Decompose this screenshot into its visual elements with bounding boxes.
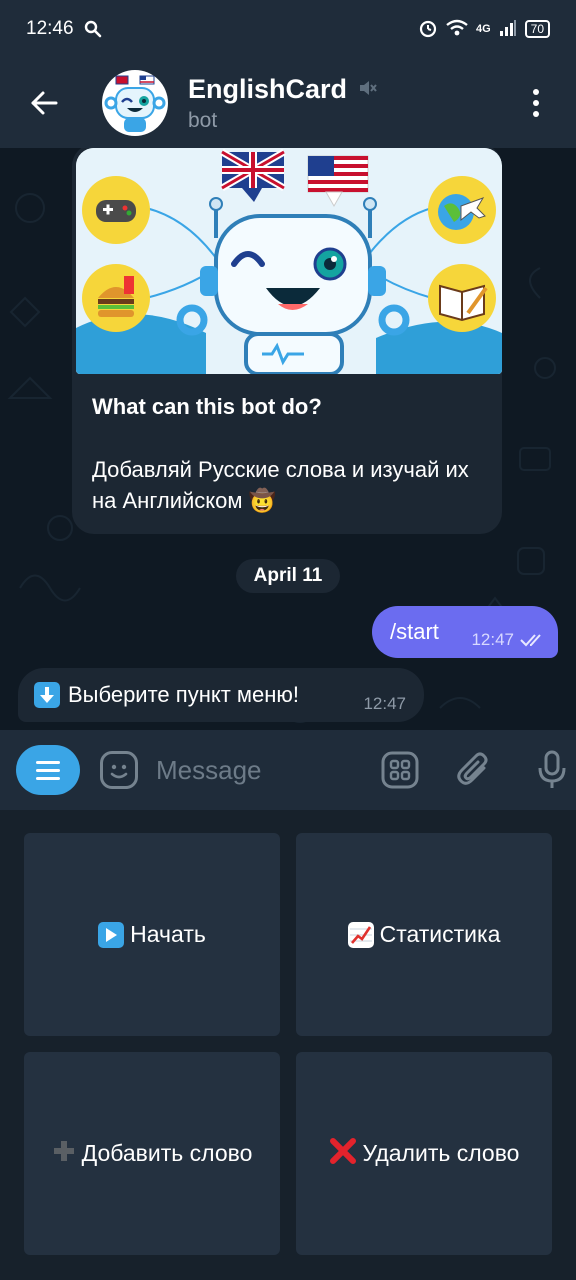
chat-title: EnglishCard: [188, 73, 348, 104]
menu-line-icon: [36, 760, 60, 764]
back-arrow-icon: [31, 91, 58, 115]
status-icons: 4G 70: [418, 18, 550, 41]
more-dot-icon: [533, 89, 539, 95]
battery-indicator: 70: [524, 20, 550, 38]
plus-emoji-icon: [52, 1139, 76, 1169]
bot-commands-button[interactable]: [380, 750, 420, 790]
outgoing-message-time: 12:47: [471, 630, 514, 649]
paperclip-icon: [457, 752, 488, 785]
keyboard-button-delete-word[interactable]: Удалить слово: [296, 1052, 552, 1255]
more-dot-icon: [533, 100, 539, 106]
bot-card-heading: What can this bot do?: [92, 394, 322, 419]
back-button[interactable]: [14, 73, 74, 133]
keyboard-button-label: Статистика: [379, 921, 501, 947]
chat-subtitle: bot: [188, 108, 218, 132]
bot-reply-keyboard: Начать Статистика Добавить слово Удалить…: [0, 810, 576, 1280]
robot-avatar-icon: [104, 75, 166, 132]
keyboard-button-add-word[interactable]: Добавить слово: [24, 1052, 280, 1255]
keyboard-button-label: Начать: [130, 921, 206, 947]
keyboard-button-label: Удалить слово: [362, 1140, 520, 1166]
voice-message-button[interactable]: [532, 750, 572, 790]
message-input[interactable]: [156, 754, 336, 786]
incoming-message[interactable]: Выберите пункт меню! 12:47: [18, 668, 424, 722]
bot-card-description-text: Добавляй Русские слова и изучай их на Ан…: [92, 457, 469, 513]
outgoing-message[interactable]: /start 12:47: [372, 606, 558, 658]
bot-keyboard-toggle-button[interactable]: [16, 745, 80, 795]
down-arrow-emoji-icon: [34, 682, 60, 708]
bot-card-description: Добавляй Русские слова и изучай их на Ан…: [92, 454, 492, 516]
bot-preview-image: [76, 148, 502, 374]
outgoing-message-text: /start: [390, 619, 439, 644]
chat-area[interactable]: What can this bot do? Добавляй Русские с…: [0, 148, 576, 730]
avatar[interactable]: [102, 70, 168, 136]
keyboard-button-start[interactable]: Начать: [24, 833, 280, 1036]
robot-illustration: [76, 148, 502, 374]
chat-title-row: EnglishCard: [188, 74, 377, 105]
bot-info-card: What can this bot do? Добавляй Русские с…: [72, 148, 502, 534]
incoming-message-text: Выберите пункт меню!: [68, 682, 300, 707]
microphone-icon: [538, 750, 566, 788]
keyboard-button-label: Добавить слово: [81, 1140, 253, 1166]
play-emoji-icon: [98, 921, 125, 948]
chat-header: EnglishCard bot: [0, 58, 576, 148]
menu-line-icon: [36, 768, 60, 772]
menu-line-icon: [36, 776, 60, 780]
incoming-message-content: Выберите пункт меню!: [34, 682, 299, 708]
attach-button[interactable]: [454, 750, 494, 790]
cowboy-emoji-icon: 🤠: [248, 488, 277, 513]
status-bar: 12:46 4G 70: [0, 0, 576, 58]
double-check-icon: [520, 634, 541, 647]
sticker-icon: [110, 764, 128, 779]
sticker-button[interactable]: [100, 751, 138, 789]
grid-commands-icon: [381, 751, 419, 789]
keyboard-button-statistics[interactable]: Статистика: [296, 833, 552, 1036]
status-time: 12:46: [26, 18, 74, 39]
date-separator: April 11: [236, 559, 340, 593]
more-options-button[interactable]: [516, 73, 556, 133]
wifi-icon: [446, 19, 468, 40]
message-input-bar: [0, 730, 576, 810]
alarm-icon: [418, 18, 438, 41]
search-icon: [84, 20, 102, 38]
muted-speaker-icon: [357, 74, 377, 105]
cross-mark-emoji-icon: [329, 1137, 357, 1171]
more-dot-icon: [533, 111, 539, 117]
chat-info[interactable]: EnglishCard bot: [188, 74, 377, 133]
network-type: 4G: [475, 23, 491, 35]
outgoing-message-meta: 12:47: [471, 630, 546, 650]
signal-icon: [499, 19, 517, 40]
chart-increasing-emoji-icon: [347, 921, 374, 948]
incoming-message-time: 12:47: [363, 694, 406, 713]
